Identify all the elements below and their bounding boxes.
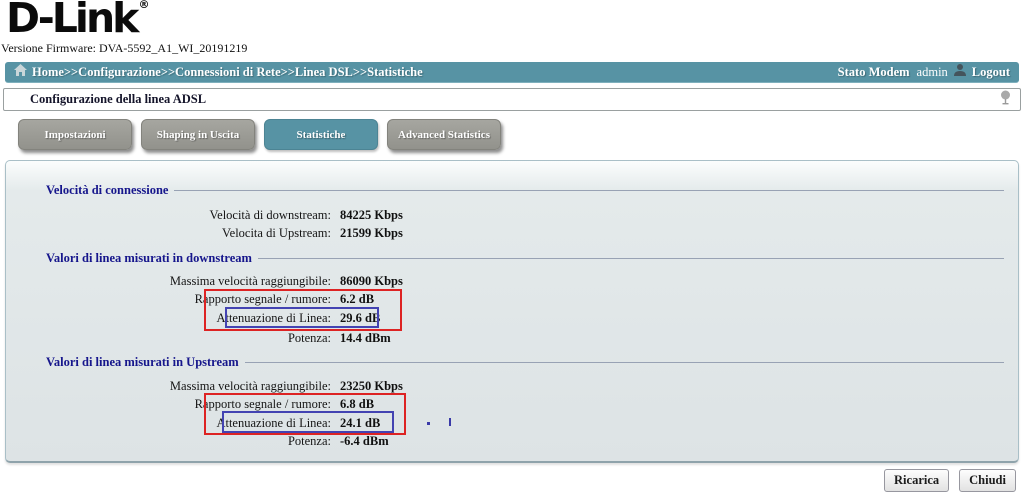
logged-user: admin: [917, 65, 948, 80]
row-down-massima: Massima velocità raggiungibile: 86090 Kb…: [6, 274, 1018, 289]
breadcrumb: Home>>Configurazione>>Connessioni di Ret…: [32, 65, 423, 80]
row-velocita-downstream: Velocità di downstream: 84225 Kbps: [6, 208, 1018, 223]
logout-button[interactable]: Logout: [972, 65, 1010, 80]
stray-tick-mark: [449, 418, 451, 426]
row-up-attenuazione: Attenuazione di Linea: 24.1 dB: [6, 416, 1018, 431]
firmware-version: Versione Firmware: DVA-5592_A1_WI_201912…: [1, 41, 247, 56]
stato-modem-link[interactable]: Stato Modem: [838, 65, 910, 80]
footer-actions: Ricarica Chiudi: [0, 463, 1024, 492]
section-heading-connessione: Velocità di connessione: [46, 183, 1004, 198]
row-up-massima: Massima velocità raggiungibile: 23250 Kb…: [6, 379, 1018, 394]
section-heading-downstream: Valori di linea misurati in downstream: [46, 251, 1004, 266]
registered-mark: ®: [138, 0, 149, 11]
row-up-snr: Rapporto segnale / rumore: 6.8 dB: [6, 397, 1018, 412]
row-velocita-upstream: Velocita di Upstream: 21599 Kbps: [6, 226, 1018, 241]
row-down-potenza: Potenza: 14.4 dBm: [6, 331, 1018, 346]
tab-statistiche[interactable]: Statistiche: [264, 119, 378, 150]
row-down-snr: Rapporto segnale / rumore: 6.2 dB: [6, 292, 1018, 307]
tab-shaping-in-uscita[interactable]: Shaping in Uscita: [141, 119, 255, 150]
tab-advanced-statistics[interactable]: Advanced Statistics: [387, 119, 501, 150]
pin-icon[interactable]: [999, 90, 1012, 110]
user-icon: [953, 63, 967, 81]
breadcrumb-bar: Home>>Configurazione>>Connessioni di Ret…: [5, 62, 1019, 83]
stray-dot-mark: [427, 422, 430, 425]
home-icon: [14, 63, 27, 81]
reload-button[interactable]: Ricarica: [884, 469, 949, 492]
section-title-bar: Configurazione della linea ADSL: [3, 88, 1021, 111]
tab-bar: Impostazioni Shaping in Uscita Statistic…: [0, 111, 1024, 158]
row-up-potenza: Potenza: -6.4 dBm: [6, 434, 1018, 449]
page-title: Configurazione della linea ADSL: [30, 92, 206, 107]
statistics-panel: Velocità di connessione Velocità di down…: [5, 160, 1019, 463]
app-header: D-Link® Versione Firmware: DVA-5592_A1_W…: [0, 0, 1024, 58]
section-heading-upstream: Valori di linea misurati in Upstream: [46, 355, 1004, 370]
tab-impostazioni[interactable]: Impostazioni: [18, 119, 132, 150]
row-down-attenuazione: Attenuazione di Linea: 29.6 dB: [6, 311, 1018, 326]
dlink-logo: D-Link®: [6, 0, 149, 42]
close-button[interactable]: Chiudi: [959, 469, 1016, 492]
